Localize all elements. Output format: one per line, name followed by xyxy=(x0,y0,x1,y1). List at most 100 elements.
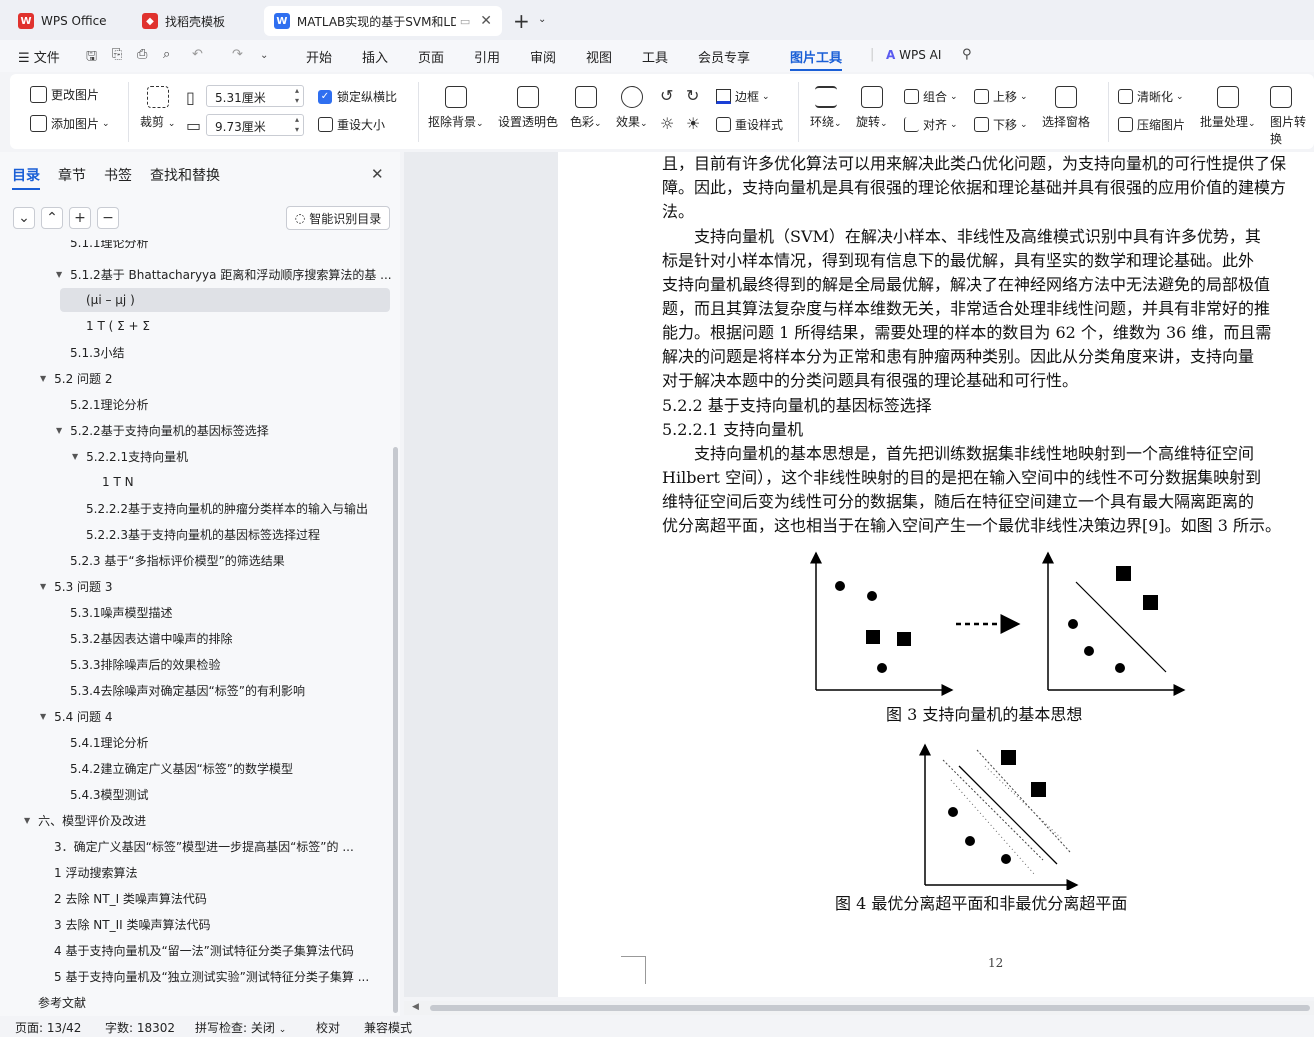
brightness-icon[interactable]: ☼ xyxy=(660,114,674,133)
sharpen-button[interactable]: 清晰化 ⌄ xyxy=(1118,88,1184,105)
remove-heading-icon[interactable]: − xyxy=(97,207,119,229)
spell-check[interactable]: 拼写检查: 关闭 ⌄ xyxy=(195,1019,286,1036)
toc-item[interactable]: 5.4.1理论分析 xyxy=(70,730,149,754)
toc-item[interactable]: 1 T ( Σ + Σ xyxy=(86,314,150,338)
menu-insert[interactable]: 插入 xyxy=(362,47,388,66)
color-button[interactable]: 色彩⌄ xyxy=(570,86,602,130)
batch-process-button[interactable]: 批量处理⌄ xyxy=(1200,86,1256,130)
tab-toc[interactable]: 目录 xyxy=(12,165,40,190)
selection-pane-button[interactable]: 选择窗格 xyxy=(1042,86,1090,130)
toc-item-selected[interactable]: (μi – μj ) xyxy=(60,288,390,312)
set-transparent-button[interactable]: 设置透明色 xyxy=(498,86,558,130)
tab-document-active[interactable]: W MATLAB实现的基于SVM和LD ▭ ✕ xyxy=(264,6,502,36)
toc-item[interactable]: ▼ 5.2 问题 2 xyxy=(40,366,113,390)
remove-background-button[interactable]: 抠除背景⌄ xyxy=(428,86,484,130)
toc-item[interactable]: ▼ 5.2.2.1支持向量机 xyxy=(72,444,188,468)
lock-ratio-checkbox[interactable]: ✓ 锁定纵横比 xyxy=(318,88,397,105)
toc-item[interactable]: ▼ 六、模型评价及改进 xyxy=(24,808,146,832)
toc-item[interactable]: ▼ 5.1.2基于 Bhattacharyya 距离和浮动顺序搜索算法的基 ... xyxy=(56,262,392,286)
send-backward-button[interactable]: 下移 ⌄ xyxy=(974,116,1028,133)
toc-item[interactable]: 5.3.2基因表达谱中噪声的排除 xyxy=(70,626,233,650)
toc-item[interactable]: 5.2.2.2基于支持向量机的肿瘤分类样本的输入与输出 xyxy=(86,496,368,520)
toc-item[interactable]: 5 基于支持向量机及“独立测试实验”测试特征分类子集算 ... xyxy=(54,964,369,988)
tab-chapters[interactable]: 章节 xyxy=(58,165,86,185)
toc-item[interactable]: 2 去除 NT_I 类噪声算法代码 xyxy=(54,886,207,910)
toc-item[interactable]: 5.1.3小结 xyxy=(70,340,125,364)
width-input[interactable]: 5.31厘米 ▴ ▾ xyxy=(206,85,304,107)
tab-template[interactable]: ◆ 找稻壳模板 xyxy=(132,6,258,36)
toc-item[interactable]: 1 浮动搜索算法 xyxy=(54,860,137,884)
menu-reference[interactable]: 引用 xyxy=(474,47,500,66)
expand-up-icon[interactable]: ⌃ xyxy=(41,207,63,229)
tab-bookmarks[interactable]: 书签 xyxy=(104,165,132,185)
group-button[interactable]: 组合 ⌄ xyxy=(904,88,958,105)
save-icon[interactable]: 🖫 xyxy=(86,47,97,69)
toc-item[interactable]: 5.2.2.3基于支持向量机的基因标签选择过程 xyxy=(86,522,320,546)
toc-item[interactable]: 参考文献 xyxy=(38,990,86,1014)
align-button[interactable]: 对齐 ⌄ xyxy=(904,116,958,133)
wps-ai-button[interactable]: A WPS AI xyxy=(886,48,941,62)
tab-find-replace[interactable]: 查找和替换 xyxy=(150,165,220,185)
undo-icon[interactable]: ↶ xyxy=(192,47,203,62)
spinner-icon[interactable]: ▴ ▾ xyxy=(295,86,299,106)
crop-button[interactable]: 裁剪 ⌄ xyxy=(140,86,175,130)
toc-item[interactable]: 5.3.3排除噪声后的效果检验 xyxy=(70,652,221,676)
toc-item[interactable]: ▼ 5.3 问题 3 xyxy=(40,574,113,598)
proofread-button[interactable]: 校对 xyxy=(316,1019,340,1036)
toc-item[interactable]: ▼ 5.2.2基于支持向量机的基因标签选择 xyxy=(56,418,269,442)
search-icon[interactable]: ⚲ xyxy=(962,47,972,62)
spinner-icon[interactable]: ▴ ▾ xyxy=(295,115,299,135)
menu-page[interactable]: 页面 xyxy=(418,47,444,66)
rotate-button[interactable]: 旋转⌄ xyxy=(856,86,888,130)
menu-review[interactable]: 审阅 xyxy=(530,47,556,66)
border-button[interactable]: 边框 ⌄ xyxy=(716,88,770,105)
toc-item[interactable]: 5.3.1噪声模型描述 xyxy=(70,600,173,624)
horizontal-scrollbar[interactable]: ◀ xyxy=(404,1001,1314,1015)
toc-item[interactable]: 3．确定广义基因“标签”模型进一步提高基因“标签”的 ... xyxy=(54,834,354,858)
toc-item[interactable]: 5.1.1理论分析 xyxy=(70,240,149,251)
compress-picture-button[interactable]: 压缩图片 xyxy=(1118,116,1185,133)
change-picture-button[interactable]: 更改图片 xyxy=(30,86,99,103)
add-picture-button[interactable]: 添加图片 ⌄ xyxy=(30,115,110,132)
reset-style-button[interactable]: 重设样式 xyxy=(716,116,783,133)
more-chevron-icon[interactable]: ⌄ xyxy=(260,50,268,61)
menu-view[interactable]: 视图 xyxy=(586,47,612,66)
redo-icon[interactable]: ↷ xyxy=(232,47,243,62)
menu-tools[interactable]: 工具 xyxy=(642,47,668,66)
figure-4-hyperplanes[interactable] xyxy=(915,740,1085,890)
word-count[interactable]: 字数: 18302 xyxy=(105,1019,175,1036)
close-pane-icon[interactable]: ✕ xyxy=(371,165,384,183)
toc-item[interactable]: 5.2.3 基于“多指标评价模型”的筛选结果 xyxy=(70,548,285,572)
toc-item[interactable]: 5.3.4去除噪声对确定基因“标签”的有利影响 xyxy=(70,678,305,702)
picture-convert-button[interactable]: 图片转换 xyxy=(1270,86,1314,147)
toc-item[interactable]: 4 基于支持向量机及“留一法”测试特征分类子集算法代码 xyxy=(54,938,354,962)
share-icon[interactable]: ⎘ xyxy=(112,47,122,62)
rotate-left-icon[interactable]: ↺ xyxy=(660,86,673,105)
menu-file[interactable]: ☰ 文件 xyxy=(18,47,60,66)
scrollbar-thumb[interactable] xyxy=(430,1005,1310,1011)
wrap-button[interactable]: 环绕⌄ xyxy=(810,86,842,130)
collapse-icon[interactable]: ⌄ xyxy=(13,207,35,229)
page-indicator[interactable]: 页面: 13/42 xyxy=(15,1019,81,1036)
new-tab-icon[interactable]: + xyxy=(513,9,530,33)
tab-wps-office[interactable]: W WPS Office xyxy=(8,6,124,36)
height-input[interactable]: 9.73厘米 ▴ ▾ xyxy=(206,114,304,136)
effect-button[interactable]: 效果⌄ xyxy=(616,86,648,130)
toc-item[interactable]: 5.2.1理论分析 xyxy=(70,392,149,416)
menu-picture-tools[interactable]: 图片工具 xyxy=(790,47,843,71)
toc-item[interactable]: 3 去除 NT_II 类噪声算法代码 xyxy=(54,912,210,936)
rotate-right-icon[interactable]: ↻ xyxy=(686,86,699,105)
chevron-down-icon[interactable]: ⌄ xyxy=(538,14,546,25)
figure-3-svm-idea[interactable] xyxy=(800,548,1200,698)
add-heading-icon[interactable]: + xyxy=(69,207,91,229)
menu-member[interactable]: 会员专享 xyxy=(698,47,750,66)
scroll-left-icon[interactable]: ◀ xyxy=(412,1002,419,1012)
toc-item[interactable]: ▼ 5.4 问题 4 xyxy=(40,704,113,728)
bring-forward-button[interactable]: 上移 ⌄ xyxy=(974,88,1028,105)
toc-item[interactable]: 1 T N xyxy=(102,470,134,494)
close-tab-icon[interactable]: ✕ xyxy=(480,13,492,29)
print-preview-icon[interactable]: ⌕ xyxy=(163,47,170,62)
contrast-icon[interactable]: ☀ xyxy=(686,114,700,133)
menu-start[interactable]: 开始 xyxy=(306,47,332,66)
pane-scrollbar[interactable] xyxy=(393,447,398,1013)
